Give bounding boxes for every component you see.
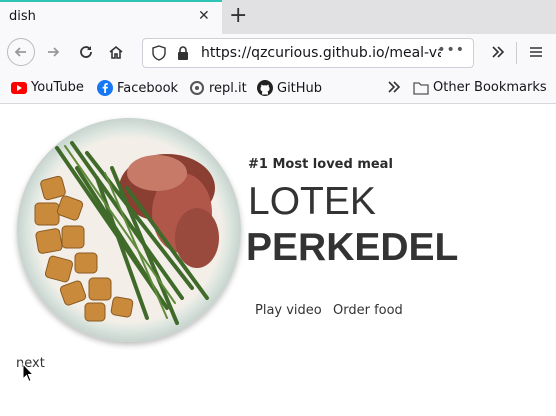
chevron-double-right-icon <box>492 46 505 58</box>
hamburger-icon <box>530 47 542 57</box>
reload-icon <box>80 46 92 58</box>
replit-icon <box>189 80 205 96</box>
forward-button[interactable] <box>39 38 67 66</box>
reload-button[interactable] <box>72 38 100 66</box>
dish-image <box>17 118 241 342</box>
tagline: #1 Most loved meal <box>248 157 393 172</box>
arrow-right-icon <box>48 47 60 57</box>
page-actions-icon[interactable]: ••• <box>437 42 465 58</box>
facebook-icon <box>97 80 113 96</box>
bookmark-label: YouTube <box>31 80 84 95</box>
overflow-menu-button[interactable] <box>484 38 512 66</box>
github-icon <box>257 80 273 96</box>
bookmarks-overflow-button[interactable] <box>386 80 402 94</box>
bookmark-replit[interactable]: repl.it <box>189 80 247 96</box>
bookmark-label: repl.it <box>209 80 247 96</box>
order-food-button[interactable]: Order food <box>333 303 403 318</box>
hamburger-menu-button[interactable] <box>522 38 550 66</box>
arrow-left-icon <box>14 47 26 57</box>
tab-dish[interactable]: dish ✕ <box>0 0 222 34</box>
dish-title-light: LOTEK <box>248 180 376 223</box>
bookmark-facebook[interactable]: Facebook <box>97 80 178 96</box>
bookmarks-toolbar: YouTube Facebook repl.it GitHub Other Bo… <box>0 72 556 104</box>
play-video-button[interactable]: Play video <box>255 303 322 318</box>
new-tab-button[interactable]: + <box>229 3 247 28</box>
bookmark-youtube[interactable]: YouTube <box>11 80 84 95</box>
tab-title: dish <box>9 9 36 24</box>
bookmark-github[interactable]: GitHub <box>257 80 322 96</box>
shield-icon[interactable] <box>151 45 167 61</box>
mouse-cursor-icon <box>22 363 34 383</box>
chevron-double-right-icon <box>388 81 401 93</box>
lock-icon[interactable] <box>175 45 191 61</box>
other-bookmarks-label: Other Bookmarks <box>433 80 547 95</box>
close-icon[interactable]: ✕ <box>198 8 210 24</box>
bookmark-label: Facebook <box>117 80 179 96</box>
home-icon <box>109 45 123 59</box>
dish-title-bold: PERKEDEL <box>246 226 459 269</box>
url-text[interactable]: https://qzcurious.github.io/meal-van <box>201 45 441 61</box>
toolbar-separator <box>516 42 517 64</box>
home-button[interactable] <box>102 38 130 66</box>
youtube-icon <box>11 81 27 94</box>
bookmark-label: GitHub <box>277 80 323 96</box>
folder-icon <box>413 81 429 95</box>
tab-strip: dish ✕ + <box>0 0 556 34</box>
url-bar[interactable]: https://qzcurious.github.io/meal-van ••• <box>142 38 474 68</box>
other-bookmarks[interactable]: Other Bookmarks <box>413 80 547 95</box>
back-button[interactable] <box>7 38 35 66</box>
